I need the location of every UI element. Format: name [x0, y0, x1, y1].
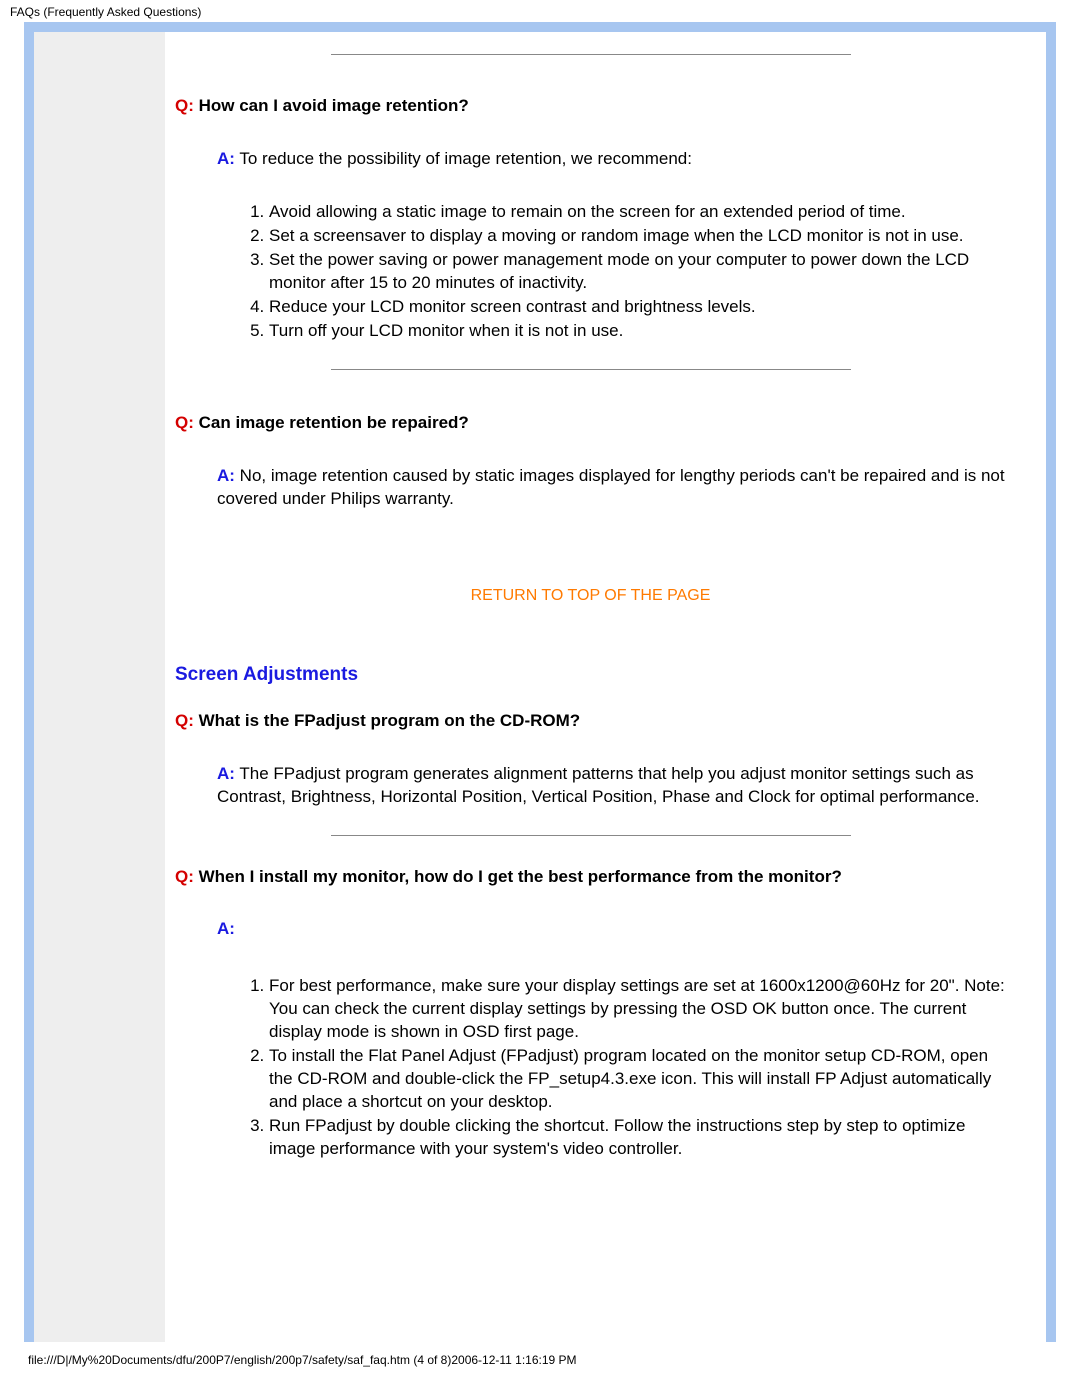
- section-heading: Screen Adjustments: [175, 662, 1006, 688]
- q-prefix: Q:: [175, 96, 194, 115]
- list-item: For best performance, make sure your dis…: [269, 975, 1006, 1044]
- page-header-title: FAQs (Frequently Asked Questions): [0, 0, 1080, 22]
- list-item: Set the power saving or power management…: [269, 249, 1006, 295]
- q-prefix: Q:: [175, 413, 194, 432]
- q-text: How can I avoid image retention?: [194, 96, 469, 115]
- list-item: Avoid allowing a static image to remain …: [269, 201, 1006, 224]
- inner-frame: Q: How can I avoid image retention? A: T…: [34, 32, 1046, 1342]
- faq-answer: A: To reduce the possibility of image re…: [217, 148, 1006, 171]
- list-item: Reduce your LCD monitor screen contrast …: [269, 296, 1006, 319]
- q-text: What is the FPadjust program on the CD-R…: [194, 711, 580, 730]
- faq-answer-list: For best performance, make sure your dis…: [241, 975, 1006, 1161]
- list-item: Turn off your LCD monitor when it is not…: [269, 320, 1006, 343]
- a-prefix-standalone: A:: [217, 918, 1006, 941]
- content-area: Q: How can I avoid image retention? A: T…: [165, 32, 1046, 1342]
- outer-frame: Q: How can I avoid image retention? A: T…: [24, 22, 1056, 1342]
- faq-question: Q: Can image retention be repaired?: [175, 412, 1006, 435]
- footer-status-line: file:///D|/My%20Documents/dfu/200P7/engl…: [0, 1342, 1080, 1368]
- a-prefix: A:: [217, 149, 235, 168]
- q-text: When I install my monitor, how do I get …: [194, 867, 842, 886]
- faq-question: Q: What is the FPadjust program on the C…: [175, 710, 1006, 733]
- left-sidebar: [34, 32, 165, 1342]
- list-item: Run FPadjust by double clicking the shor…: [269, 1115, 1006, 1161]
- list-item: Set a screensaver to display a moving or…: [269, 225, 1006, 248]
- faq-question: Q: When I install my monitor, how do I g…: [175, 866, 1006, 889]
- a-prefix: A:: [217, 764, 235, 783]
- q-prefix: Q:: [175, 867, 194, 886]
- faq-answer: A: The FPadjust program generates alignm…: [217, 763, 1006, 809]
- a-text: No, image retention caused by static ima…: [217, 466, 1005, 508]
- a-prefix: A:: [217, 466, 235, 485]
- return-to-top-link[interactable]: RETURN TO TOP OF THE PAGE: [175, 585, 1006, 607]
- divider: [331, 835, 851, 836]
- divider: [331, 369, 851, 370]
- faq-question: Q: How can I avoid image retention?: [175, 95, 1006, 118]
- q-text: Can image retention be repaired?: [194, 413, 469, 432]
- a-text: To reduce the possibility of image reten…: [235, 149, 692, 168]
- list-item: To install the Flat Panel Adjust (FPadju…: [269, 1045, 1006, 1114]
- faq-answer-list: Avoid allowing a static image to remain …: [241, 201, 1006, 343]
- divider: [331, 54, 851, 55]
- faq-answer: A: No, image retention caused by static …: [217, 465, 1006, 511]
- a-text: The FPadjust program generates alignment…: [217, 764, 980, 806]
- q-prefix: Q:: [175, 711, 194, 730]
